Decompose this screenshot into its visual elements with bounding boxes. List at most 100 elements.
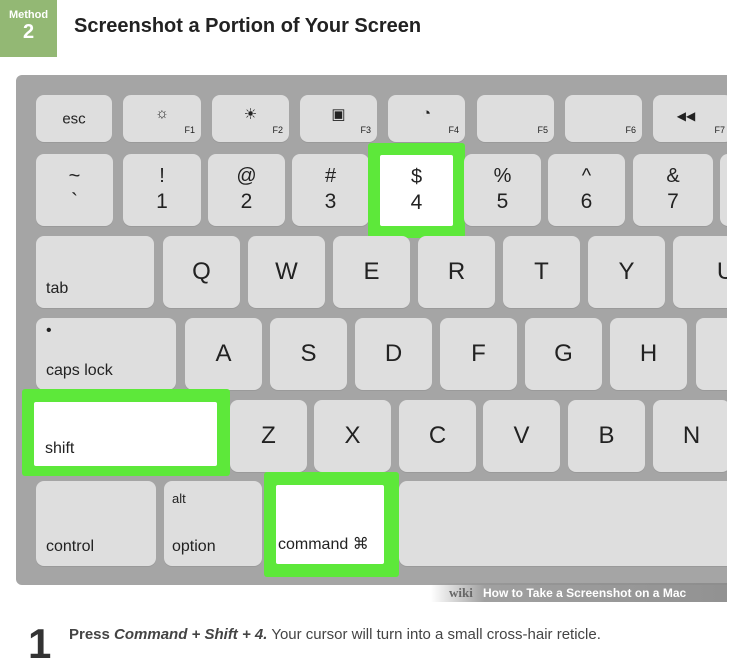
- key-f2: ☀ F2: [212, 95, 289, 142]
- caps-lock-indicator: •: [46, 322, 52, 339]
- key-char: Q: [192, 258, 211, 285]
- key-label: option: [172, 538, 216, 555]
- key-char: T: [534, 258, 549, 285]
- key-1: ! 1: [123, 154, 201, 226]
- key-v: V: [483, 400, 560, 472]
- key-r: R: [418, 236, 495, 308]
- key-char: V: [513, 422, 530, 449]
- header: Method 2 Screenshot a Portion of Your Sc…: [0, 0, 730, 57]
- key-char: W: [275, 258, 298, 285]
- key-top-char: #: [324, 165, 337, 187]
- key-top-char: @: [236, 165, 257, 187]
- key-n: N: [653, 400, 727, 472]
- key-char: E: [363, 258, 380, 285]
- key-q: Q: [163, 236, 240, 308]
- key-7: & 7: [633, 154, 713, 226]
- key-command: command ⌘: [276, 485, 384, 564]
- key-top-char: %: [493, 165, 512, 187]
- key-s: S: [270, 318, 347, 390]
- mission-control-icon: ▣: [331, 106, 346, 123]
- key-label: command ⌘: [278, 536, 369, 553]
- method-label: Method: [8, 9, 49, 21]
- key-h: H: [610, 318, 687, 390]
- step-number: 1: [28, 620, 52, 667]
- key-shift: shift: [34, 402, 217, 466]
- key-char: H: [639, 340, 658, 367]
- key-label: shift: [45, 440, 75, 457]
- key-j-partial: [696, 318, 727, 390]
- key-z: Z: [230, 400, 307, 472]
- key-top-char: ^: [581, 165, 592, 187]
- key-bottom-char: 1: [156, 190, 168, 213]
- key-bottom-char: 5: [496, 190, 509, 213]
- keyboard: esc ☼ F1 ☀ F2 ▣ F3 ◔ F4 F5 F6 ◀◀ F7 ~ ` …: [16, 75, 727, 585]
- key-option: alt option: [164, 481, 262, 566]
- key-char: Z: [261, 422, 276, 449]
- key-char: X: [344, 422, 361, 449]
- key-label: esc: [62, 110, 86, 127]
- key-f3: ▣ F3: [300, 95, 377, 142]
- key-label: tab: [46, 280, 69, 297]
- key-4: $ 4: [380, 155, 453, 226]
- key-5: % 5: [464, 154, 541, 226]
- key-bottom-char: `: [71, 190, 78, 213]
- key-c: C: [399, 400, 476, 472]
- key-space: [399, 481, 727, 566]
- method-badge: Method 2: [0, 0, 57, 57]
- key-f7: ◀◀ F7: [653, 95, 727, 142]
- key-fn-label: F6: [625, 125, 636, 135]
- key-2: @ 2: [208, 154, 285, 226]
- key-f1: ☼ F1: [123, 95, 201, 142]
- key-bottom-char: 3: [324, 190, 337, 213]
- key-6: ^ 6: [548, 154, 625, 226]
- key-tilde: ~ `: [36, 154, 113, 226]
- key-char: S: [300, 340, 317, 367]
- key-fn-label: F5: [537, 125, 548, 135]
- key-top-char: ~: [68, 165, 81, 187]
- key-bottom-char: 4: [410, 191, 423, 214]
- key-label: caps lock: [46, 362, 113, 379]
- key-top-char: !: [159, 165, 165, 187]
- rewind-icon: ◀◀: [676, 109, 696, 123]
- method-number: 2: [22, 21, 35, 43]
- key-bottom-char: 2: [240, 190, 253, 213]
- step-press: Press: [69, 626, 110, 643]
- keyboard-image: esc ☼ F1 ☀ F2 ▣ F3 ◔ F4 F5 F6 ◀◀ F7 ~ ` …: [0, 57, 727, 602]
- dashboard-icon: ◔: [421, 105, 432, 122]
- key-fn-label: F7: [714, 125, 725, 135]
- key-control: control: [36, 481, 156, 566]
- watermark-caption: How to Take a Screenshot on a Mac: [483, 586, 687, 600]
- key-fn-label: F4: [448, 125, 459, 135]
- key-top-char: &: [666, 165, 680, 187]
- page-title: Screenshot a Portion of Your Screen: [74, 15, 422, 37]
- key-3: # 3: [292, 154, 369, 226]
- key-e: E: [333, 236, 410, 308]
- step-rest: Your cursor will turn into a small cross…: [271, 626, 601, 643]
- key-caps-lock: • caps lock: [36, 318, 176, 390]
- step-keys: Command + Shift + 4.: [114, 626, 268, 643]
- key-w: W: [248, 236, 325, 308]
- key-f5: F5: [477, 95, 554, 142]
- key-tab: tab: [36, 236, 154, 308]
- key-fn-label: F1: [184, 125, 195, 135]
- key-char: B: [598, 422, 615, 449]
- step-text: Press Command + Shift + 4. Your cursor w…: [69, 626, 601, 643]
- key-alt-label: alt: [172, 491, 186, 506]
- key-g: G: [525, 318, 602, 390]
- key-char: F: [471, 340, 486, 367]
- key-bottom-char: 7: [667, 190, 679, 213]
- key-d: D: [355, 318, 432, 390]
- key-f4: ◔ F4: [388, 95, 465, 142]
- key-y: Y: [588, 236, 665, 308]
- brightness-down-icon: ☼: [155, 105, 169, 122]
- key-char: A: [215, 340, 232, 367]
- key-char: G: [554, 340, 573, 367]
- key-top-char: $: [410, 166, 423, 188]
- wikihow-logo: wiki: [449, 585, 473, 600]
- key-char: U: [716, 258, 727, 285]
- key-fn-label: F2: [272, 125, 283, 135]
- key-b: B: [568, 400, 645, 472]
- key-char: C: [428, 422, 447, 449]
- key-fn-label: F3: [360, 125, 371, 135]
- key-char: D: [384, 340, 403, 367]
